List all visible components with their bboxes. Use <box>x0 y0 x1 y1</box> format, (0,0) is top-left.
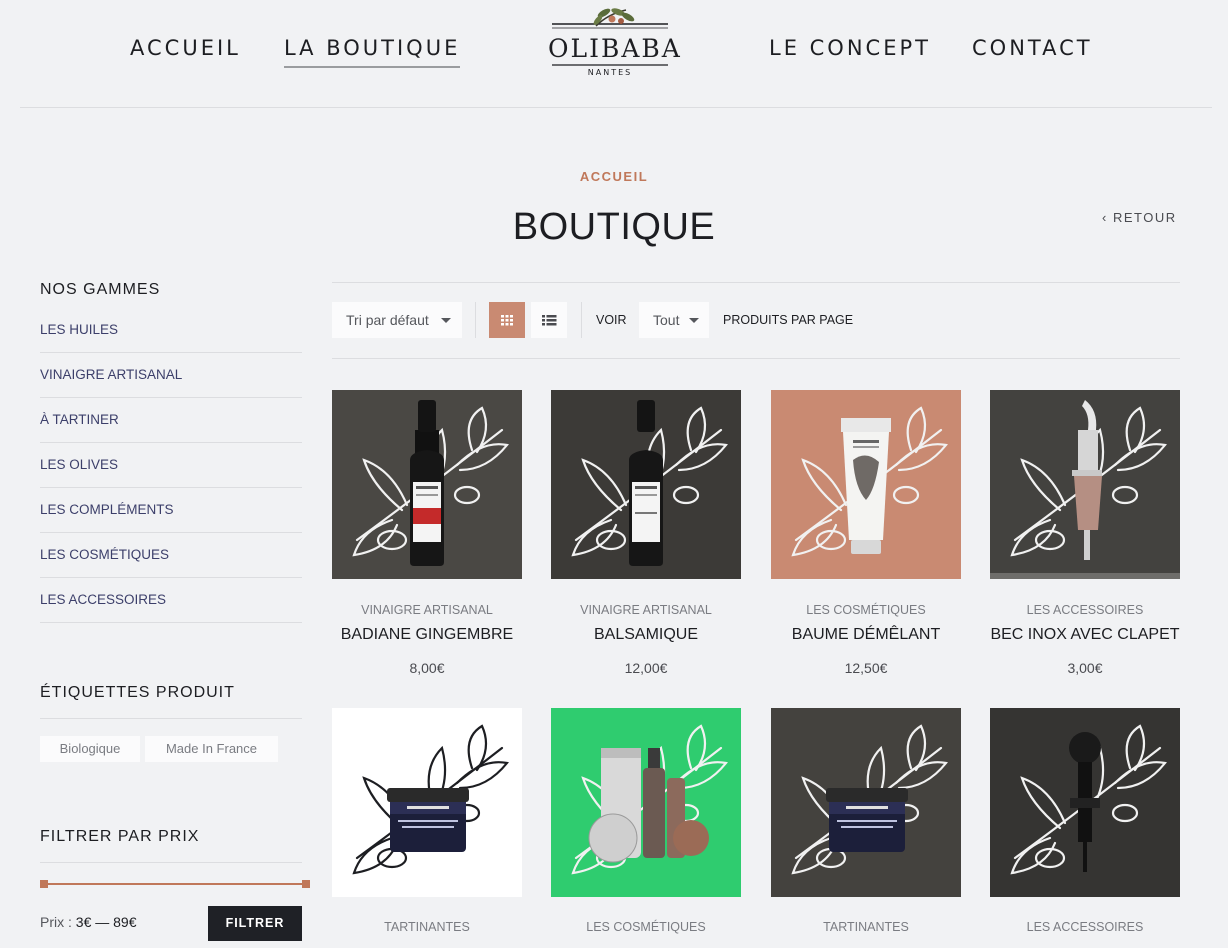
per-page-select[interactable]: Tout <box>639 302 709 338</box>
product-category[interactable]: LES ACCESSOIRES <box>980 603 1190 617</box>
list-view-button[interactable] <box>531 302 567 338</box>
price-slider-track[interactable] <box>44 883 306 885</box>
tags-heading: ÉTIQUETTES PRODUIT <box>40 684 235 701</box>
product-name[interactable]: BEC INOX AVEC CLAPET <box>970 626 1200 644</box>
product-price: 3,00€ <box>1067 660 1103 676</box>
logo-wordmark: OLIBABA <box>548 34 682 63</box>
nav-la-boutique[interactable]: LA BOUTIQUE <box>284 36 461 68</box>
nav-le-concept[interactable]: LE CONCEPT <box>769 36 931 60</box>
category-label: LES ACCESSOIRES <box>40 592 167 607</box>
product-category[interactable]: LES COSMÉTIQUES <box>541 920 751 934</box>
product-price: 12,50€ <box>844 660 888 676</box>
sort-select[interactable]: Tri par défaut <box>332 302 462 338</box>
tags-divider <box>40 718 302 719</box>
category-label: LES COSMÉTIQUES <box>40 547 170 562</box>
site-header: ACCUEIL LA BOUTIQUE OLIBABA NANTES LE CO… <box>0 0 1228 108</box>
per-page-label: PRODUITS PAR PAGE <box>723 313 854 327</box>
ranges-heading: NOS GAMMES <box>40 281 161 298</box>
chevron-down-icon <box>689 318 699 323</box>
page-title: BOUTIQUE <box>512 206 716 248</box>
product-name[interactable]: BALSAMIQUE <box>531 626 761 644</box>
site-logo[interactable]: OLIBABA NANTES <box>548 4 682 78</box>
product-image[interactable] <box>771 708 961 897</box>
header-divider <box>20 107 1212 108</box>
toolbar-bottom-divider <box>332 358 1180 359</box>
category-item[interactable]: LES COMPLÉMENTS <box>40 488 302 533</box>
category-item[interactable]: LES OLIVES <box>40 443 302 488</box>
product-price: 12,00€ <box>624 660 668 676</box>
product-category[interactable]: TARTINANTES <box>322 920 532 934</box>
filter-button[interactable]: FILTRER <box>208 906 302 941</box>
back-label: RETOUR <box>1112 210 1177 225</box>
category-label: VINAIGRE ARTISANAL <box>40 367 183 382</box>
price-divider <box>40 862 302 863</box>
toolbar-top-divider <box>332 282 1180 283</box>
grid-icon <box>501 315 513 326</box>
product-category[interactable]: LES ACCESSOIRES <box>980 920 1190 934</box>
product-price: 8,00€ <box>409 660 445 676</box>
product-image[interactable] <box>332 390 522 579</box>
list-icon <box>542 315 557 326</box>
price-prefix: Prix : <box>40 914 72 930</box>
price-range-text: Prix : 3€ — 89€ <box>40 914 137 930</box>
category-label: À TARTINER <box>40 412 119 427</box>
category-item[interactable]: À TARTINER <box>40 398 302 443</box>
image-bottom-strip <box>990 573 1180 579</box>
category-item[interactable]: VINAIGRE ARTISANAL <box>40 353 302 398</box>
chevron-down-icon <box>441 318 451 323</box>
chevron-left-icon: ‹ <box>1102 210 1108 225</box>
product-name[interactable]: BAUME DÉMÊLANT <box>751 626 981 644</box>
price-slider-max-handle[interactable] <box>302 880 310 888</box>
price-filter-heading: FILTRER PAR PRIX <box>40 828 200 845</box>
category-item[interactable]: LES ACCESSOIRES <box>40 578 302 623</box>
category-label: LES HUILES <box>40 322 119 337</box>
product-image[interactable] <box>551 708 741 897</box>
category-list: LES HUILES VINAIGRE ARTISANAL À TARTINER… <box>40 308 302 623</box>
price-range-value: 3€ — 89€ <box>75 914 137 930</box>
category-label: LES OLIVES <box>40 457 119 472</box>
price-slider-min-handle[interactable] <box>40 880 48 888</box>
product-category[interactable]: LES COSMÉTIQUES <box>761 603 971 617</box>
nav-accueil[interactable]: ACCUEIL <box>130 36 241 60</box>
per-page-value: Tout <box>653 312 680 328</box>
sort-value: Tri par défaut <box>346 312 429 328</box>
nav-contact[interactable]: CONTACT <box>972 36 1093 60</box>
breadcrumb[interactable]: ACCUEIL <box>0 169 1228 184</box>
product-name[interactable]: BADIANE GINGEMBRE <box>312 626 542 644</box>
product-image[interactable] <box>990 390 1180 579</box>
product-image[interactable] <box>771 390 961 579</box>
toolbar-separator <box>475 302 476 338</box>
category-item[interactable]: LES COSMÉTIQUES <box>40 533 302 578</box>
logo-rule <box>552 64 668 66</box>
toolbar-separator <box>581 302 582 338</box>
logo-city: NANTES <box>587 68 633 77</box>
product-image[interactable] <box>551 390 741 579</box>
back-link[interactable]: ‹ RETOUR <box>1102 210 1177 225</box>
product-image[interactable] <box>332 708 522 897</box>
product-category[interactable]: TARTINANTES <box>761 920 971 934</box>
category-item[interactable]: LES HUILES <box>40 308 302 353</box>
product-category[interactable]: VINAIGRE ARTISANAL <box>541 603 751 617</box>
product-category[interactable]: VINAIGRE ARTISANAL <box>322 603 532 617</box>
view-count-label: VOIR <box>596 313 627 327</box>
product-image[interactable] <box>990 708 1180 897</box>
tag-made-in-france[interactable]: Made In France <box>145 736 278 762</box>
category-label: LES COMPLÉMENTS <box>40 502 174 517</box>
grid-view-button[interactable] <box>489 302 525 338</box>
tag-biologique[interactable]: Biologique <box>40 736 140 762</box>
